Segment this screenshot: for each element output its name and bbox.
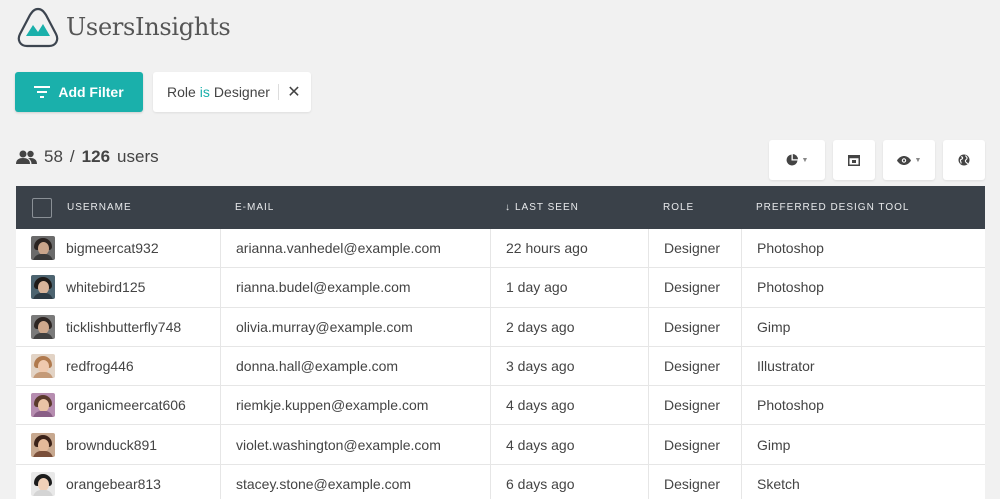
app-logo[interactable]: UsersInsights [16,6,231,48]
design-tool: Illustrator [757,358,815,375]
design-tool: Gimp [757,318,791,335]
filter-icon [34,86,51,98]
chevron-down-icon: ▼ [801,156,809,164]
email: donna.hall@example.com [236,358,399,375]
count-unit: users [117,147,159,166]
logo-mark-icon [17,7,59,48]
active-filter-chip[interactable]: Role is Designer ✕ [153,72,311,112]
last-seen: 3 days ago [506,358,575,375]
segments-chart-button[interactable]: ▼ [769,140,825,180]
table-toolbar: ▼ ▼ [769,140,985,180]
username[interactable]: brownduck891 [66,437,157,453]
column-label: Role [663,202,695,213]
table-row[interactable]: bigmeercat932 arianna.vanhedel@example.c… [16,229,985,269]
add-filter-label: Add Filter [58,84,124,100]
username[interactable]: orangebear813 [66,476,161,492]
column-label: Preferred Design Tool [756,202,910,213]
users-table: Username E-mail ↓ Last Seen Role Preferr… [16,186,985,499]
map-view-button[interactable] [943,140,985,180]
column-header-role[interactable]: Role [648,186,741,229]
last-seen: 6 days ago [506,475,575,492]
role: Designer [664,240,721,257]
pie-chart-icon [786,154,798,166]
avatar [31,236,55,261]
username[interactable]: organicmeercat606 [66,397,186,413]
role: Designer [664,358,721,375]
last-seen: 1 day ago [506,279,568,296]
design-tool: Photoshop [757,279,824,296]
role: Designer [664,397,721,414]
columns-button[interactable] [833,140,875,180]
column-header-username[interactable]: Username [16,186,220,229]
role: Designer [664,279,721,296]
table-header: Username E-mail ↓ Last Seen Role Preferr… [16,186,985,229]
logo-text: UsersInsights [66,13,231,41]
role: Designer [664,475,721,492]
column-header-last-seen[interactable]: ↓ Last Seen [490,186,648,229]
design-tool: Photoshop [757,240,824,257]
avatar [31,275,55,300]
chip-divider [277,84,279,100]
avatar [31,432,55,457]
count-separator: / [69,147,75,166]
select-all-checkbox[interactable] [32,197,52,218]
last-seen: 22 hours ago [506,240,588,257]
email: arianna.vanhedel@example.com [236,240,441,257]
globe-icon [958,154,970,166]
design-tool: Photoshop [757,397,824,414]
filter-value: Designer [213,84,270,100]
role: Designer [664,436,721,453]
avatar [31,393,55,418]
avatar [31,354,55,379]
table-row[interactable]: orangebear813 stacey.stone@example.com 6… [16,464,985,499]
column-header-design-tool[interactable]: Preferred Design Tool [741,186,985,229]
design-tool: Gimp [757,436,791,453]
email: olivia.murray@example.com [236,318,413,335]
last-seen: 4 days ago [506,397,575,414]
users-icon [16,150,37,164]
table-row[interactable]: organicmeercat606 riemkje.kuppen@example… [16,386,985,426]
username[interactable]: redfrog446 [66,358,134,374]
column-header-email[interactable]: E-mail [220,186,490,229]
user-count: 58 / 126 users [16,147,159,167]
email: stacey.stone@example.com [236,475,412,492]
email: violet.washington@example.com [236,436,441,453]
table-row[interactable]: redfrog446 donna.hall@example.com 3 days… [16,346,985,387]
email: rianna.budel@example.com [236,279,411,296]
column-label: Last Seen [515,202,579,213]
total-count: 126 [81,147,111,166]
table-row[interactable]: brownduck891 violet.washington@example.c… [16,425,985,465]
avatar [31,314,55,339]
role: Designer [664,318,721,335]
email: riemkje.kuppen@example.com [236,397,429,414]
table-row[interactable]: ticklishbutterfly748 olivia.murray@examp… [16,307,985,347]
username[interactable]: bigmeercat932 [66,240,159,256]
columns-icon [848,154,860,166]
filtered-count: 58 [44,147,63,166]
last-seen: 2 days ago [506,318,575,335]
filter-operator: is [199,84,210,100]
username[interactable]: ticklishbutterfly748 [66,319,181,335]
filter-field: Role [167,84,196,100]
remove-filter-icon[interactable]: ✕ [287,82,301,102]
last-seen: 4 days ago [506,436,575,453]
visibility-button[interactable]: ▼ [883,140,935,180]
add-filter-button[interactable]: Add Filter [15,72,143,112]
eye-icon [896,155,911,165]
avatar [31,471,55,496]
username[interactable]: whitebird125 [66,279,145,295]
chevron-down-icon: ▼ [914,156,922,164]
column-label: E-mail [235,202,275,213]
design-tool: Sketch [757,475,800,492]
column-label: Username [67,202,132,213]
sort-down-arrow-icon: ↓ [505,202,511,213]
table-row[interactable]: whitebird125 rianna.budel@example.com 1 … [16,268,985,308]
filter-bar: Add Filter Role is Designer ✕ [15,72,311,112]
